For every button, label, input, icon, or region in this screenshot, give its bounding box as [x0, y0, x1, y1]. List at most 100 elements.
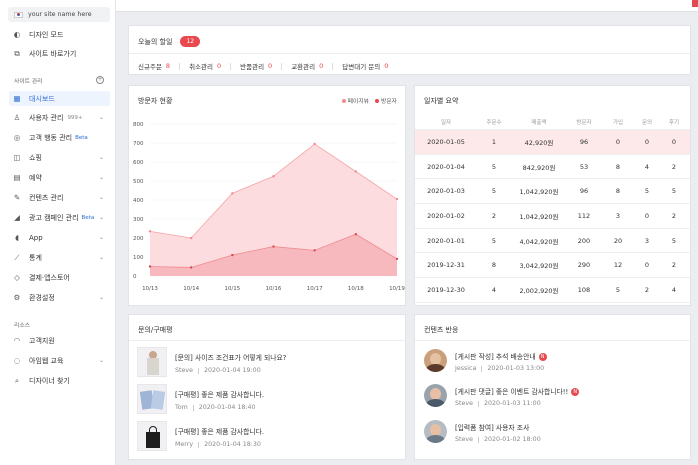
sidebar-item-contents[interactable]: ✎ 컨텐츠 관리 ⌄ [12, 190, 108, 205]
nav-label: 사이트 바로가기 [29, 49, 77, 58]
todo-value: 0 [268, 62, 273, 70]
data-point [354, 170, 358, 173]
content-item[interactable]: [게시판 작성] 추석 배송안내 N Jessica 2020-01-03 13:0… [424, 349, 547, 372]
todo-value: 8 [165, 62, 171, 70]
palette-icon: ◐ [13, 30, 21, 39]
table-cell: 0 [644, 211, 650, 220]
sidebar-item-dashboard[interactable]: ▦ 대시보드 [9, 91, 110, 106]
sidebar-item-stats[interactable]: ⟋ 통계 ⌄ [12, 250, 108, 265]
table-cell: 3 [615, 211, 621, 220]
inquiry-date: 2020-01-04 19:00 [203, 367, 261, 374]
avatar [424, 420, 447, 443]
table-cell: 0 [644, 137, 650, 146]
nav-label: 예약 [29, 173, 42, 182]
sidebar-item-customer-behavior[interactable]: ◎ 고객 행동 관리 Beta [12, 130, 108, 145]
inquiry-item[interactable]: [구매평] 좋은 제품 감사합니다. Tom 2020-01-04 18:40 [137, 384, 264, 414]
table-header-cell: 후기 [668, 120, 680, 126]
sidebar-item-reservation[interactable]: ▤ 예약 ⌄ [12, 170, 108, 185]
table-header-cell: 주문수 [486, 120, 502, 126]
bulb-icon: ◌ [13, 356, 21, 365]
site-selector[interactable]: your site name here [8, 7, 110, 22]
table-cell: 0 [615, 137, 621, 146]
table-row[interactable]: 2019-12-31 8 3,042,920원 290 12 0 2 [415, 253, 690, 279]
todo-label: 답변대기 문의 [342, 63, 381, 71]
nav-label: 고객 행동 관리 [29, 133, 73, 142]
table-cell: 200 [577, 236, 591, 245]
todo-new-orders[interactable]: 신규주문 8 [138, 61, 181, 71]
table-cell: 5 [644, 187, 650, 196]
table-cell: 4 [491, 285, 497, 294]
x-tick-label: 10/19 [389, 286, 405, 292]
settings-icon: ⚙ [13, 293, 21, 302]
inquiry-date: 2020-01-04 18:30 [204, 441, 261, 448]
inquiry-date: 2020-01-04 18:40 [198, 404, 256, 411]
data-point [395, 197, 399, 201]
sidebar-item-find-designer[interactable]: ⌕ 디자이너 찾기 [12, 373, 108, 388]
nav-label: 디자인 모드 [29, 30, 64, 39]
todo-pending-inquiry[interactable]: 답변대기 문의 0 [342, 61, 388, 71]
content-date: 2020-01-03 13:00 [487, 365, 545, 372]
content-item[interactable]: [입력폼 참여] 사용자 조사 Steve 2020-01-02 18:00 [424, 420, 541, 443]
table-row[interactable]: 2019-12-30 4 2,002,920원 108 5 2 4 [415, 278, 690, 303]
nav-label: 고객지원 [29, 336, 55, 345]
table-row[interactable]: 2020-01-03 5 1,042,920원 96 8 5 5 [415, 179, 690, 205]
chevron-down-icon: ⌄ [98, 114, 104, 121]
site-shortcut-link[interactable]: ⧉ 사이트 바로가기 [12, 46, 108, 61]
table-cell: 1 [491, 137, 497, 146]
table-row[interactable]: 2020-01-05 1 42,920원 96 0 0 0 [415, 130, 690, 155]
content-author: Steve [455, 400, 473, 407]
table-header-cell: 가입 [612, 120, 624, 126]
data-point [272, 245, 275, 248]
table-row[interactable]: 2020-01-01 5 4,042,920원 200 20 3 5 [415, 229, 690, 254]
target-icon: ◎ [13, 133, 21, 142]
table-cell: 4,042,920원 [519, 237, 559, 246]
design-mode-link[interactable]: ◐ 디자인 모드 [12, 27, 108, 42]
inquiry-item[interactable]: [구매평] 좋은 제품 감사합니다. Merry 2020-01-04 18:30 [137, 421, 264, 451]
table-cell: 2 [491, 211, 497, 220]
todo-count-badge: 12 [180, 36, 201, 47]
nav-label: 아임웹 교육 [29, 356, 64, 365]
bag-icon: ◫ [13, 153, 21, 162]
data-point [231, 253, 234, 257]
table-cell: 2020-01-04 [427, 162, 465, 171]
external-link-icon: ⧉ [14, 48, 20, 58]
x-tick-label: 10/16 [266, 286, 282, 292]
chevron-down-icon: ⌄ [98, 154, 104, 161]
chevron-down-icon: ⌄ [98, 214, 104, 221]
table-cell: 8 [615, 162, 621, 171]
sidebar-item-ad-campaign[interactable]: ◢ 광고 캠페인 관리 Beta ⌄ [12, 210, 108, 225]
sidebar-item-education[interactable]: ◌ 아임웹 교육 ⌄ [12, 353, 108, 368]
headset-icon: ◠ [13, 336, 21, 345]
sidebar-item-shopping[interactable]: ◫ 쇼핑 ⌄ [12, 150, 108, 165]
sidebar-item-payment-store[interactable]: ◇ 결제·앱스토어 [12, 270, 108, 285]
notification-badge[interactable] [692, 0, 698, 7]
todo-cancel[interactable]: 취소관리 0 [189, 61, 232, 71]
sidebar-item-support[interactable]: ◠ 고객지원 [12, 333, 108, 348]
table-row[interactable]: 2020-01-02 2 1,042,920원 112 3 0 2 [415, 204, 690, 229]
data-point [231, 192, 234, 195]
nav-label: 결제·앱스토어 [29, 273, 70, 282]
table-cell: 42,920원 [524, 138, 554, 147]
table-cell: 0 [644, 261, 650, 270]
table-cell: 53 [579, 162, 589, 171]
data-point [148, 265, 152, 268]
todo-return[interactable]: 반품관리 0 [240, 61, 283, 71]
dashboard-icon: ▦ [13, 94, 21, 103]
content-title: 컨텐츠 반응 [424, 326, 459, 334]
sidebar-item-users[interactable]: ♙ 사용자 관리 999+ ⌄ [12, 110, 108, 125]
inquiry-item-title: [구매평] 좋은 제품 감사합니다. [175, 391, 264, 399]
sidebar-item-app[interactable]: ◖ App ⌄ [12, 230, 108, 245]
content-item[interactable]: [게시판 댓글] 좋은 이벤트 감사합니다!! N Steve 2020-01-03… [424, 384, 580, 407]
stats-icon: ⟋ [14, 252, 20, 262]
inquiry-author: Merry [175, 441, 194, 448]
korea-flag-icon [14, 11, 23, 18]
inquiry-author: Steve [175, 367, 193, 374]
table-row[interactable]: 2020-01-04 5 842,920원 53 8 4 2 [415, 155, 690, 180]
todo-card: 오늘의 할일 12 신규주문 8 취소관리 0 반품관리 0 교환관리 0 답변대기 문… [128, 25, 691, 75]
table-cell: 3 [644, 236, 650, 245]
add-icon[interactable]: + [96, 76, 104, 84]
table-cell: 2 [671, 211, 677, 220]
inquiry-item[interactable]: [문의] 사이즈 조건표가 어떻게 되나요? Steve 2020-01-04 1… [137, 347, 286, 377]
todo-exchange[interactable]: 교환관리 0 [291, 61, 334, 71]
sidebar-item-settings[interactable]: ⚙ 환경설정 ⌄ [12, 290, 108, 305]
